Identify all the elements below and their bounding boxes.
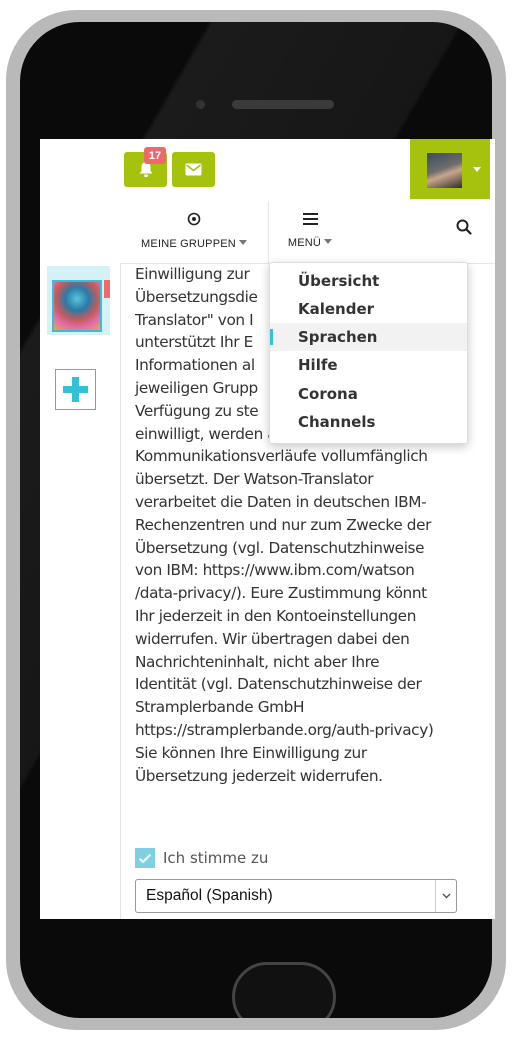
chevron-down-icon (324, 239, 333, 245)
text-line: Rechenzentren und nur zum Zwecke der (135, 515, 432, 534)
group-unread-marker (104, 280, 110, 298)
front-camera (196, 100, 205, 109)
menu-tab[interactable]: MENÜ (280, 201, 340, 263)
text-line: https://stramplerbande.org/auth-privacy) (135, 720, 434, 739)
messages-button[interactable] (172, 152, 215, 187)
text-line: Kommunikationsverläufe vollumfänglich (135, 447, 428, 466)
avatar (427, 153, 462, 188)
text-line: Sie können Ihre Einwilligung zur (135, 743, 367, 762)
plus-icon (63, 377, 88, 402)
text-line: /data-privacy/). Eure Zustimmung könnt (135, 584, 427, 603)
consent-label: Ich stimme zu (163, 849, 269, 867)
language-select[interactable]: Español (Spanish) (135, 879, 457, 913)
consent-checkbox[interactable]: Ich stimme zu (135, 848, 268, 868)
text-line: Übersetzung (vgl. Datenschutzhinweise (135, 538, 425, 557)
chevron-down-icon (473, 167, 481, 172)
text-line: Stramplerbande GmbH (135, 698, 305, 717)
menu-item-calendar[interactable]: Kalender (270, 295, 467, 323)
group-image (52, 280, 102, 332)
text-line: Nachrichteninhalt, nicht aber Ihre (135, 652, 380, 671)
add-group-button[interactable] (55, 369, 96, 410)
language-select-value: Español (Spanish) (146, 887, 273, 904)
menu-label: MENÜ (287, 237, 322, 249)
envelope-icon (185, 163, 202, 176)
home-button[interactable] (232, 962, 336, 1018)
menu-item-channels[interactable]: Channels (270, 408, 467, 436)
text-line: widerrufen. Wir übertragen dabei den (135, 629, 410, 648)
checkbox[interactable] (135, 848, 155, 868)
chevron-down-icon (435, 880, 456, 912)
app-screen: 17 MEINE GRUPPEN MENÜ Einwilligung zur Ü… (40, 139, 495, 919)
main-menu-dropdown: Übersicht Kalender Sprachen Hilfe Corona… (269, 262, 468, 444)
text-line: übersetzt. Der Watson-Translator (135, 470, 374, 489)
menu-item-overview[interactable]: Übersicht (270, 267, 467, 295)
user-menu-button[interactable] (410, 139, 490, 199)
text-line: Ihr jederzeit in den Kontoeinstellungen (135, 606, 416, 625)
my-groups-label: MEINE GRUPPEN (141, 238, 236, 250)
hamburger-icon (302, 213, 318, 225)
nav-bar: MEINE GRUPPEN MENÜ (40, 201, 495, 264)
menu-item-languages[interactable]: Sprachen (270, 323, 467, 351)
top-bar: 17 (40, 139, 495, 201)
group-item-selected[interactable] (47, 266, 110, 335)
notification-count-badge: 17 (144, 147, 166, 164)
chevron-down-icon (238, 240, 247, 246)
text-line: Übersetzung jederzeit widerrufen. (135, 766, 383, 785)
earpiece-speaker (232, 100, 334, 109)
groups-sidebar (40, 263, 121, 919)
text-line: von IBM: https://www.ibm.com/watson (135, 561, 415, 580)
search-button[interactable] (456, 219, 472, 240)
menu-item-corona[interactable]: Corona (270, 380, 467, 408)
nav-divider (268, 201, 269, 263)
my-groups-tab[interactable]: MEINE GRUPPEN (136, 201, 252, 263)
menu-active-indicator (270, 329, 273, 345)
target-icon (187, 212, 201, 226)
text-line: Identität (vgl. Datenschutzhinweise der (135, 675, 422, 694)
text-line: verarbeitet die Daten in deutschen IBM- (135, 492, 427, 511)
search-icon (456, 219, 472, 235)
menu-item-help[interactable]: Hilfe (270, 351, 467, 379)
checkmark-icon (138, 853, 152, 863)
